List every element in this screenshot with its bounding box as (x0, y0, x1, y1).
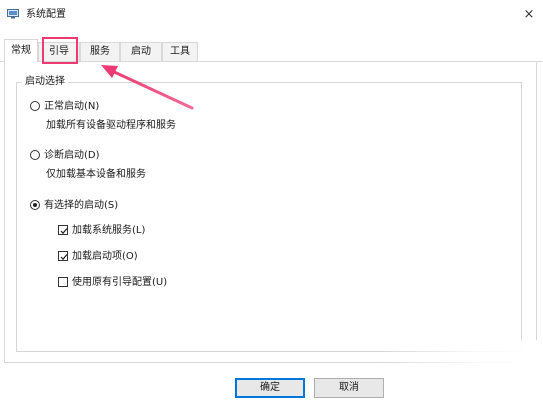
diagnostic-startup-label: 诊断启动(D) (44, 150, 100, 161)
load-startup-items-checkbox[interactable] (58, 251, 68, 261)
close-button[interactable]: × (520, 6, 538, 24)
boot-tab-highlight-box (42, 37, 78, 64)
checkmark-icon (60, 254, 68, 261)
diagnostic-startup-description: 仅加载基本设备和服务 (46, 169, 146, 180)
load-system-services-checkbox[interactable] (58, 225, 68, 235)
selective-startup-label: 有选择的启动(S) (44, 200, 119, 211)
use-original-boot-config-label: 使用原有引导配置(U) (72, 277, 168, 288)
tab-tools[interactable]: 工具 (162, 42, 198, 61)
normal-startup-label: 正常启动(N) (44, 101, 100, 112)
ok-button[interactable]: 确定 (235, 378, 305, 398)
load-system-services-label: 加载系统服务(L) (72, 225, 146, 236)
selective-startup-radio[interactable] (30, 200, 40, 210)
normal-startup-radio[interactable] (30, 101, 40, 111)
close-icon: × (523, 7, 535, 22)
title-bar: 系统配置 × (0, 0, 543, 30)
normal-startup-description: 加载所有设备驱动程序和服务 (46, 120, 176, 131)
window-title: 系统配置 (26, 9, 66, 20)
load-startup-items-label: 加载启动项(O) (72, 251, 138, 262)
msconfig-icon (7, 9, 19, 19)
tab-general[interactable]: 常规 (4, 39, 38, 62)
use-original-boot-config-checkbox[interactable] (58, 277, 68, 287)
startup-selection-legend: 启动选择 (22, 75, 68, 88)
cancel-button[interactable]: 取消 (314, 378, 384, 398)
tab-services[interactable]: 服务 (80, 42, 120, 61)
system-config-window: 系统配置 × 常规 引导 服务 启动 工具 启动选择 正常启动(N) 加载所有设… (0, 0, 543, 405)
tab-startup[interactable]: 启动 (120, 42, 162, 61)
diagnostic-startup-radio[interactable] (30, 150, 40, 160)
checkmark-icon (60, 228, 68, 235)
